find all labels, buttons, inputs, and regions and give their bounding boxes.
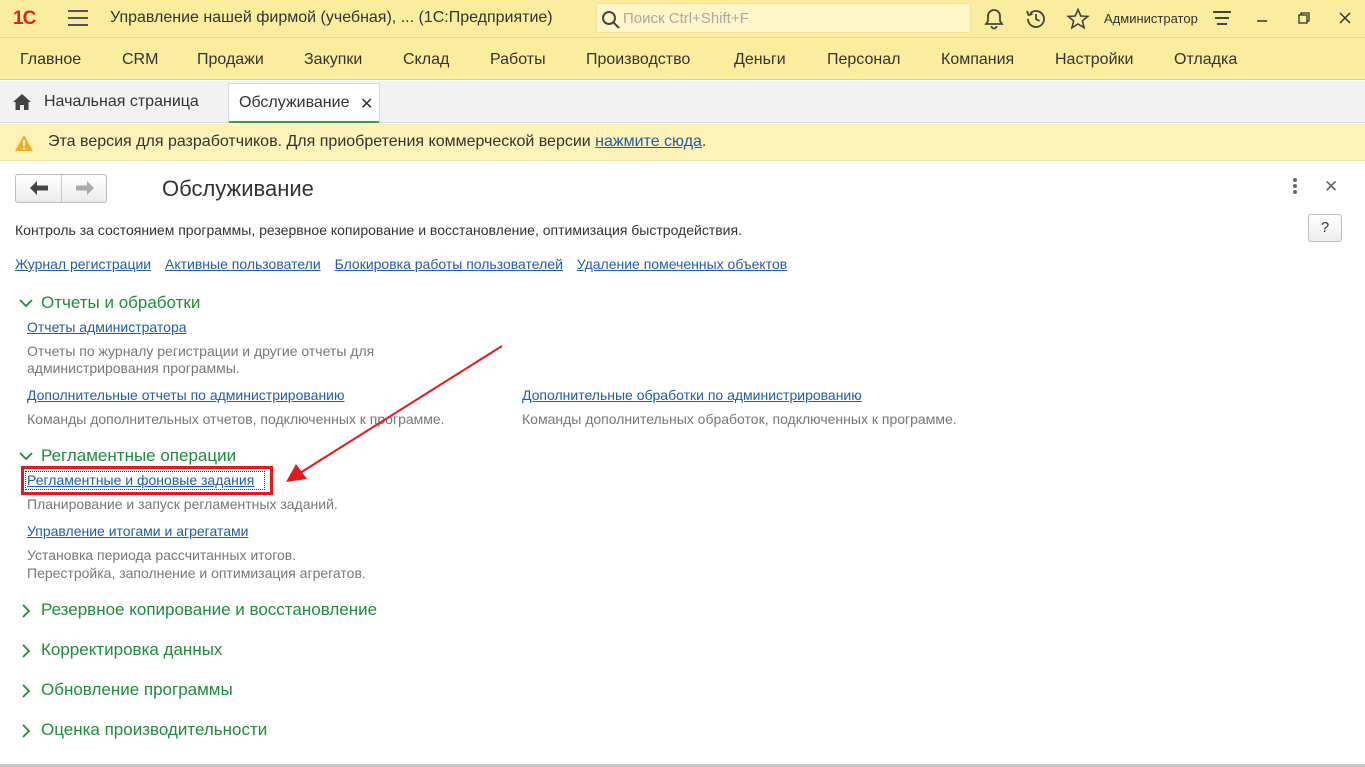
close-window-icon[interactable]: [1336, 9, 1354, 27]
warning-tail: .: [701, 133, 707, 150]
link-event-log[interactable]: Журнал регистрации: [15, 256, 151, 272]
link-extra-processing[interactable]: Дополнительные обработки по администриро…: [522, 387, 862, 403]
forward-button[interactable]: [62, 175, 108, 202]
link-delete-marked[interactable]: Удаление помеченных объектов: [577, 256, 787, 272]
menu-item-crm[interactable]: CRM: [122, 51, 158, 69]
developer-version-warning: Эта версия для разработчиков. Для приобр…: [0, 124, 1365, 161]
active-tab-indicator: [229, 121, 379, 123]
admin-reports-note-2: администрирования программы.: [27, 360, 240, 376]
scheduled-jobs-note: Планирование и запуск регламентных задан…: [27, 496, 338, 512]
history-icon[interactable]: [1024, 7, 1048, 31]
tab-maintenance-label: Обслуживание: [239, 94, 350, 111]
extra-reports-note: Команды дополнительных отчетов, подключе…: [27, 411, 445, 427]
restore-icon[interactable]: [1295, 9, 1313, 27]
buy-link[interactable]: нажмите сюда: [595, 133, 702, 150]
arrow-left-icon: [30, 181, 48, 195]
arrow-right-icon: [76, 181, 94, 195]
page-title: Обслуживание: [162, 176, 314, 201]
tab-home[interactable]: Начальная страница: [0, 81, 220, 122]
title-bar: 1С Управление нашей фирмой (учебная), ..…: [0, 0, 1365, 37]
sections-menu: Главное CRM Продажи Закупки Склад Работы…: [0, 37, 1365, 80]
chevron-right-icon: [22, 604, 31, 618]
menu-item-works[interactable]: Работы: [490, 51, 546, 69]
group-backup-title: Резервное копирование и восстановление: [41, 600, 378, 619]
group-update-title: Обновление программы: [41, 680, 233, 699]
quick-links: Журнал регистрации Активные пользователи…: [15, 256, 797, 272]
form-description: Контроль за состоянием программы, резерв…: [15, 222, 742, 238]
favorites-star-icon[interactable]: [1066, 7, 1090, 31]
menu-item-settings[interactable]: Настройки: [1055, 51, 1133, 69]
totals-note-1: Установка периода рассчитанных итогов.: [27, 547, 297, 563]
menu-item-purchases[interactable]: Закупки: [304, 51, 362, 69]
menu-item-warehouse[interactable]: Склад: [403, 51, 449, 69]
1c-logo: 1С: [13, 8, 36, 29]
link-admin-reports[interactable]: Отчеты администратора: [27, 319, 187, 335]
menu-item-money[interactable]: Деньги: [734, 51, 786, 69]
warning-text: Эта версия для разработчиков. Для приобр…: [48, 133, 706, 151]
menu-item-sales[interactable]: Продажи: [197, 51, 264, 69]
link-scheduled-jobs[interactable]: Регламентные и фоновые задания: [27, 472, 254, 488]
search-input[interactable]: [623, 8, 963, 28]
link-block-users[interactable]: Блокировка работы пользователей: [335, 256, 563, 272]
group-performance-title: Оценка производительности: [41, 720, 268, 739]
settings-menu-icon[interactable]: [1210, 7, 1234, 31]
tab-bar: Начальная страница Обслуживание ✕: [0, 81, 1365, 123]
menu-item-production[interactable]: Производство: [586, 51, 690, 69]
minimize-icon[interactable]: [1253, 9, 1271, 27]
bell-icon[interactable]: [982, 7, 1006, 31]
navigation-buttons: [15, 174, 107, 203]
home-icon: [13, 94, 31, 110]
warning-message: Эта версия для разработчиков. Для приобр…: [48, 133, 596, 150]
main-menu-icon[interactable]: [68, 10, 88, 26]
back-button[interactable]: [16, 175, 62, 202]
admin-reports-note-1: Отчеты по журналу регистрации и другие о…: [27, 343, 375, 359]
menu-item-main[interactable]: Главное: [20, 51, 81, 69]
search-box[interactable]: [596, 3, 971, 33]
chevron-right-icon: [22, 684, 31, 698]
group-routine-title: Регламентные операции: [41, 446, 237, 465]
extra-processing-note: Команды дополнительных обработок, подклю…: [522, 411, 957, 427]
app-title: Управление нашей фирмой (учебная), ... (…: [110, 9, 553, 26]
totals-note-2: Перестройка, заполнение и оптимизация аг…: [27, 565, 366, 581]
chevron-down-icon: [19, 299, 33, 308]
group-correction-title: Корректировка данных: [41, 640, 223, 659]
help-button[interactable]: ?: [1308, 214, 1342, 242]
more-actions-icon[interactable]: [1288, 178, 1302, 198]
menu-item-company[interactable]: Компания: [941, 51, 1014, 69]
link-active-users[interactable]: Активные пользователи: [165, 256, 321, 272]
tab-home-label: Начальная страница: [44, 93, 199, 110]
search-icon: [602, 11, 620, 29]
tab-maintenance[interactable]: Обслуживание ✕: [228, 83, 380, 123]
group-reports-title: Отчеты и обработки: [41, 293, 201, 312]
tab-close-icon[interactable]: ✕: [360, 94, 373, 114]
link-totals-aggregates[interactable]: Управление итогами и агрегатами: [27, 523, 248, 539]
chevron-right-icon: [22, 724, 31, 738]
close-form-icon[interactable]: ✕: [1324, 177, 1338, 197]
chevron-down-icon: [19, 452, 33, 461]
chevron-right-icon: [22, 644, 31, 658]
menu-item-debug[interactable]: Отладка: [1174, 51, 1237, 69]
warning-icon: [15, 135, 33, 151]
current-user[interactable]: Администратор: [1104, 11, 1198, 26]
link-extra-reports[interactable]: Дополнительные отчеты по администрирован…: [27, 387, 345, 403]
menu-item-staff[interactable]: Персонал: [827, 51, 900, 69]
